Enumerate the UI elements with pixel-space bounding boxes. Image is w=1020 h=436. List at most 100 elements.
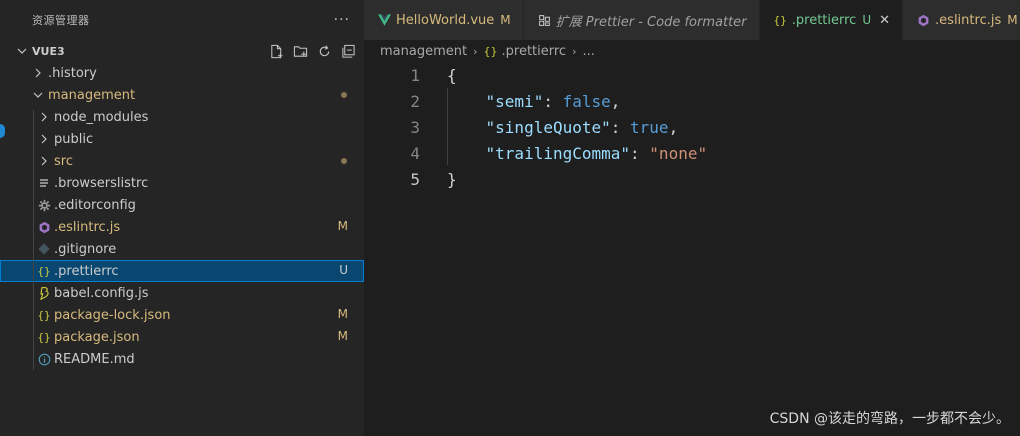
git-status-badge: M (337, 219, 348, 233)
folder-item[interactable]: management (0, 84, 364, 106)
code-token: "singleQuote" (485, 117, 611, 137)
folder-item[interactable]: src (0, 150, 364, 172)
collapse-all-icon[interactable] (340, 42, 356, 60)
code-token: "none" (649, 143, 708, 163)
braces-icon: {} (37, 308, 51, 322)
chevron-right-icon (36, 131, 52, 147)
code-token: true (630, 117, 669, 137)
file-item[interactable]: .editorconfig (0, 194, 364, 216)
line-number: 5 (410, 169, 420, 189)
item-label: .eslintrc.js (54, 219, 121, 235)
folder-item[interactable]: public (0, 128, 364, 150)
code-content: "trailingComma": "none" (447, 143, 708, 163)
code-line[interactable]: 5} (364, 166, 1020, 192)
tab-label: .eslintrc.js (935, 12, 1002, 28)
explorer-title: 资源管理器 (32, 14, 90, 27)
tab-git-status: M (1007, 13, 1018, 27)
editor-tab[interactable]: 扩展 Prettier - Code formatter (523, 0, 760, 40)
code-content: "singleQuote": true, (447, 117, 679, 137)
eslint-icon (917, 14, 930, 27)
item-label: .gitignore (54, 241, 117, 257)
babel-icon (36, 285, 52, 301)
code-token: { (447, 65, 457, 85)
explorer-sidebar: 资源管理器 ··· VUE3 .history management node_mo… (0, 0, 364, 436)
item-label: .prettierrc (54, 263, 119, 279)
breadcrumb-symbols[interactable]: ... (582, 44, 594, 59)
item-label: package-lock.json (54, 307, 171, 323)
workspace-section-header[interactable]: VUE3 (0, 40, 364, 62)
editor-tab[interactable]: HelloWorld.vue M (364, 0, 524, 40)
file-item[interactable]: {} package-lock.json M (0, 304, 364, 326)
chevron-down-icon (14, 43, 30, 59)
item-label: README.md (54, 351, 135, 367)
vue-icon (378, 14, 391, 26)
line-number: 2 (410, 91, 420, 111)
tab-git-status: M (500, 13, 511, 27)
item-label: package.json (54, 329, 140, 345)
extension-icon (538, 14, 551, 27)
item-label: .editorconfig (54, 197, 136, 213)
line-number: 1 (410, 65, 420, 85)
braces-icon: {} (483, 44, 498, 58)
file-item[interactable]: README.md (0, 348, 364, 370)
file-item[interactable]: .gitignore (0, 238, 364, 260)
new-file-icon[interactable] (268, 42, 284, 60)
chevron-right-icon (36, 153, 52, 169)
new-folder-icon[interactable] (292, 42, 308, 60)
file-item[interactable]: {} package.json M (0, 326, 364, 348)
breadcrumb-folder[interactable]: management (380, 44, 467, 59)
file-item[interactable]: babel.config.js (0, 282, 364, 304)
item-label: public (54, 131, 94, 147)
item-label: management (48, 87, 136, 103)
code-token: : (630, 143, 650, 163)
breadcrumb: management › {} .prettierrc › ... (380, 40, 595, 62)
workspace-name: VUE3 (32, 44, 65, 58)
eslint-icon (36, 219, 52, 235)
explorer-header: 资源管理器 ··· (0, 0, 364, 40)
modified-dot (341, 92, 347, 98)
more-actions-icon[interactable]: ··· (334, 12, 350, 28)
chevron-down-icon (30, 87, 46, 103)
code-line[interactable]: 3 "singleQuote": true, (364, 114, 1020, 140)
tab-label: HelloWorld.vue (396, 12, 495, 28)
folder-item[interactable]: .history (0, 62, 364, 84)
code-editor[interactable]: 1{2 "semi": false, 3 "singleQuote": true,… (364, 62, 1020, 436)
breadcrumb-separator-icon: › (473, 44, 478, 58)
watermark: CSDN @该走的弯路，一步都不会少。 (769, 411, 1010, 427)
code-line[interactable]: 2 "semi": false, (364, 88, 1020, 114)
breadcrumb-separator-icon: › (572, 44, 577, 58)
item-label: node_modules (54, 109, 149, 125)
code-token: false (562, 91, 611, 111)
file-item[interactable]: .browserslistrc (0, 172, 364, 194)
breadcrumb-file[interactable]: .prettierrc (502, 44, 567, 59)
tree-indent-guide (33, 110, 34, 370)
tab-git-status: U (862, 13, 872, 27)
code-token: : (543, 91, 563, 111)
editor-tab[interactable]: .eslintrc.js M (903, 0, 1020, 40)
git-status-badge: U (339, 263, 348, 277)
item-label: src (54, 153, 73, 169)
lines-icon (36, 175, 52, 191)
file-item[interactable]: .eslintrc.js M (0, 216, 364, 238)
git-icon (36, 241, 52, 257)
item-label: .browserslistrc (54, 175, 149, 191)
explorer-actions (268, 42, 356, 60)
git-status-badge: M (337, 329, 348, 343)
code-token: : (610, 117, 631, 137)
item-label: .history (48, 65, 97, 81)
braces-icon: {} (37, 264, 51, 278)
code-content: } (447, 170, 457, 189)
code-line[interactable]: 1{ (364, 62, 1020, 88)
chevron-right-icon (30, 65, 46, 81)
gear-icon (36, 197, 52, 213)
refresh-icon[interactable] (316, 42, 332, 60)
code-line[interactable]: 4 "trailingComma": "none" (364, 140, 1020, 166)
code-token: "semi" (485, 91, 544, 111)
folder-item[interactable]: node_modules (0, 106, 364, 128)
close-icon[interactable]: ✕ (879, 13, 890, 28)
file-item[interactable]: {} .prettierrc U (0, 260, 364, 282)
editor-tab[interactable]: {} .prettierrc U ✕ (759, 0, 904, 40)
